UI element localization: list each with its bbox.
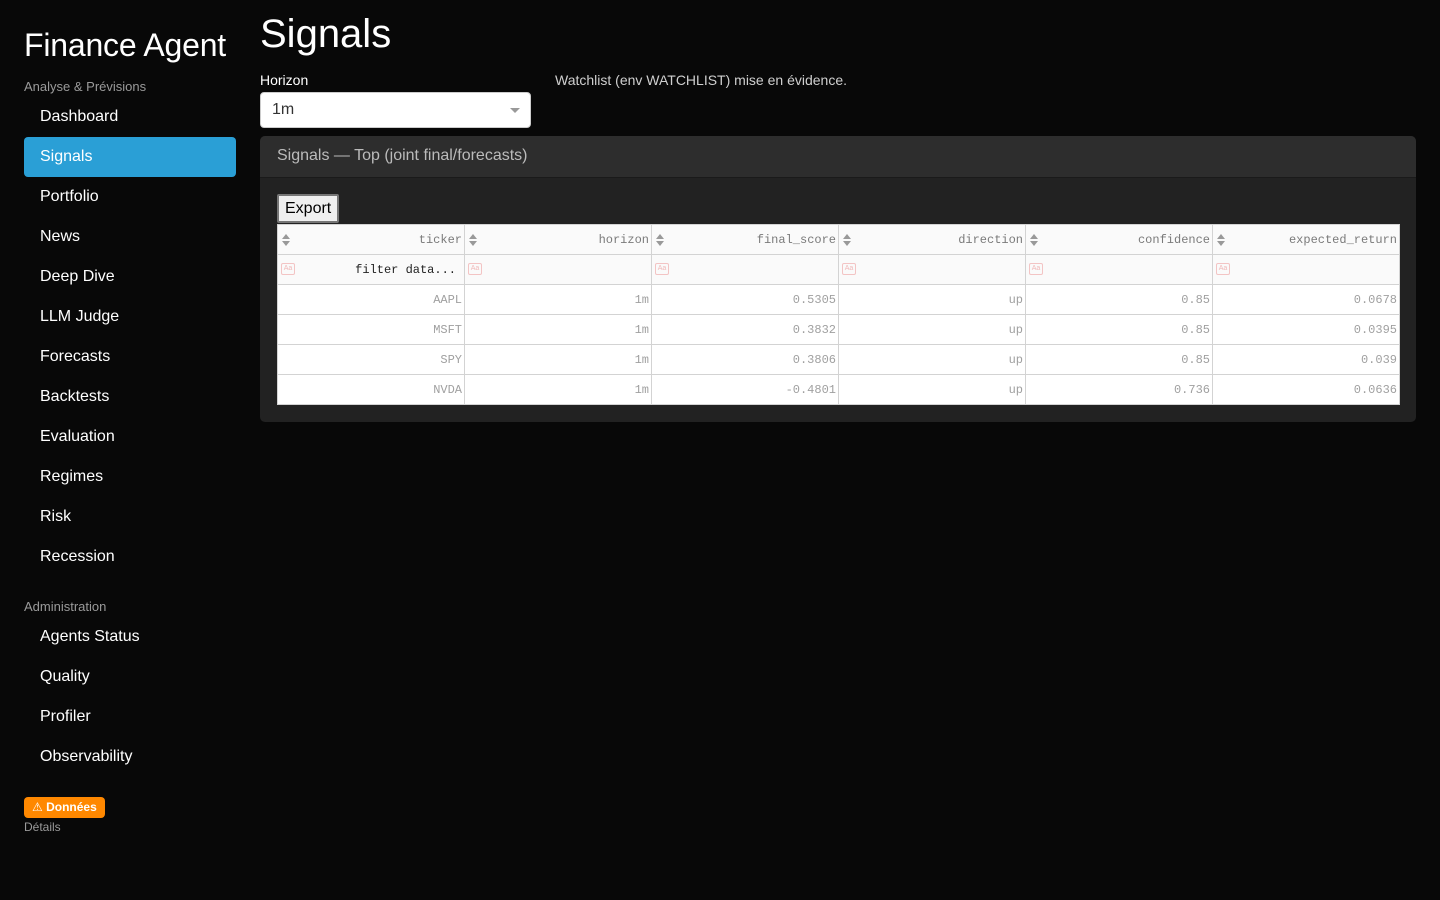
sidebar-item-profiler[interactable]: Profiler: [24, 697, 236, 737]
horizon-select-value: 1m: [272, 101, 295, 118]
sort-icon[interactable]: [843, 234, 851, 246]
details-link[interactable]: Détails: [24, 820, 61, 834]
table-cell-horizon[interactable]: 1m: [464, 284, 652, 315]
table-cell-horizon[interactable]: 1m: [464, 374, 652, 405]
filter-input[interactable]: filter data...: [355, 263, 462, 277]
sidebar-item-regimes[interactable]: Regimes: [24, 457, 236, 497]
sort-icon[interactable]: [656, 234, 664, 246]
sort-icon[interactable]: [1030, 234, 1038, 246]
case-sensitive-icon[interactable]: Aa: [655, 263, 669, 275]
column-header-direction[interactable]: direction: [838, 224, 1026, 255]
table-row[interactable]: MSFT 1m 0.3832 up 0.85 0.0395: [277, 314, 1400, 345]
table-cell-expected-return[interactable]: 0.0678: [1212, 284, 1400, 315]
table-cell-direction[interactable]: up: [838, 284, 1026, 315]
filter-cell-final-score[interactable]: Aa: [651, 254, 839, 285]
column-header-ticker[interactable]: ticker: [277, 224, 465, 255]
filter-cell-expected-return[interactable]: Aa: [1212, 254, 1400, 285]
table-cell-confidence[interactable]: 0.85: [1025, 314, 1213, 345]
case-sensitive-icon[interactable]: Aa: [468, 263, 482, 275]
table-row[interactable]: AAPL 1m 0.5305 up 0.85 0.0678: [277, 284, 1400, 315]
table-cell-confidence[interactable]: 0.736: [1025, 374, 1213, 405]
watchlist-note: Watchlist (env WATCHLIST) mise en éviden…: [555, 72, 848, 88]
sidebar-item-agents-status[interactable]: Agents Status: [24, 617, 236, 657]
sidebar-item-llm-judge[interactable]: LLM Judge: [24, 297, 236, 337]
column-header-label: ticker: [418, 232, 462, 247]
export-button[interactable]: Export: [277, 194, 340, 223]
card-title: Signals — Top (joint final/forecasts): [277, 147, 528, 164]
column-header-label: confidence: [1137, 232, 1210, 247]
filter-cell-confidence[interactable]: Aa: [1025, 254, 1213, 285]
sidebar-item-backtests[interactable]: Backtests: [24, 377, 236, 417]
column-header-label: expected_return: [1288, 232, 1397, 247]
table-cell-expected-return[interactable]: 0.0395: [1212, 314, 1400, 345]
column-header-expected-return[interactable]: expected_return: [1212, 224, 1400, 255]
data-warning-badge[interactable]: ⚠ Données: [24, 797, 105, 818]
table-cell-direction[interactable]: up: [838, 314, 1026, 345]
sidebar-item-news[interactable]: News: [24, 217, 236, 257]
table-cell-confidence[interactable]: 0.85: [1025, 344, 1213, 375]
filter-cell-ticker[interactable]: Aa filter data...: [277, 254, 465, 285]
sidebar: Finance Agent Analyse & Prévisions Dashb…: [0, 0, 248, 900]
sort-icon[interactable]: [282, 234, 290, 246]
table-cell-final-score[interactable]: -0.4801: [651, 374, 839, 405]
section-label-analyse: Analyse & Prévisions: [24, 79, 147, 94]
sidebar-item-deep-dive[interactable]: Deep Dive: [24, 257, 236, 297]
page-title: Signals: [260, 12, 392, 56]
column-header-confidence[interactable]: confidence: [1025, 224, 1213, 255]
case-sensitive-icon[interactable]: Aa: [1029, 263, 1043, 275]
case-sensitive-icon[interactable]: Aa: [842, 263, 856, 275]
sidebar-item-signals[interactable]: Signals: [24, 137, 236, 177]
table-cell-direction[interactable]: up: [838, 344, 1026, 375]
table-cell-direction[interactable]: up: [838, 374, 1026, 405]
table-cell-confidence[interactable]: 0.85: [1025, 284, 1213, 315]
signals-table: ticker horizon final_score direction confide…: [277, 224, 1400, 405]
column-header-label: horizon: [598, 232, 649, 247]
app-root: Finance Agent Analyse & Prévisions Dashb…: [0, 0, 1440, 900]
column-header-final-score[interactable]: final_score: [651, 224, 839, 255]
table-cell-horizon[interactable]: 1m: [464, 314, 652, 345]
card-header: Signals — Top (joint final/forecasts): [260, 136, 1416, 178]
sidebar-item-dashboard[interactable]: Dashboard: [24, 97, 236, 137]
table-body: AAPL 1m 0.5305 up 0.85 0.0678 MSFT 1m 0.3832 up 0.…: [277, 284, 1400, 405]
brand-title: Finance Agent: [24, 27, 226, 63]
table-cell-ticker[interactable]: NVDA: [277, 374, 465, 405]
sidebar-item-portfolio[interactable]: Portfolio: [24, 177, 236, 217]
chevron-down-icon[interactable]: [510, 108, 520, 113]
column-header-label: final_score: [756, 232, 836, 247]
sort-icon[interactable]: [469, 234, 477, 246]
table-row[interactable]: SPY 1m 0.3806 up 0.85 0.039: [277, 344, 1400, 375]
column-header-label: direction: [958, 232, 1023, 247]
table-cell-final-score[interactable]: 0.5305: [651, 284, 839, 315]
signals-card: Signals — Top (joint final/forecasts) Ex…: [260, 136, 1416, 422]
table-cell-ticker[interactable]: AAPL: [277, 284, 465, 315]
horizon-label: Horizon: [260, 72, 309, 88]
column-header-horizon[interactable]: horizon: [464, 224, 652, 255]
table-cell-ticker[interactable]: MSFT: [277, 314, 465, 345]
table-filter-row: Aa filter data... Aa Aa Aa Aa Aa: [277, 254, 1400, 285]
sidebar-item-recession[interactable]: Recession: [24, 537, 236, 577]
sort-icon[interactable]: [1217, 234, 1225, 246]
filter-cell-horizon[interactable]: Aa: [464, 254, 652, 285]
table-cell-horizon[interactable]: 1m: [464, 344, 652, 375]
horizon-select[interactable]: 1m: [260, 92, 531, 128]
sidebar-item-quality[interactable]: Quality: [24, 657, 236, 697]
table-cell-ticker[interactable]: SPY: [277, 344, 465, 375]
case-sensitive-icon[interactable]: Aa: [1216, 263, 1230, 275]
table-header-row: ticker horizon final_score direction confide…: [277, 224, 1400, 255]
table-row[interactable]: NVDA 1m -0.4801 up 0.736 0.0636: [277, 374, 1400, 405]
sidebar-item-observability[interactable]: Observability: [24, 737, 236, 777]
sidebar-item-forecasts[interactable]: Forecasts: [24, 337, 236, 377]
table-cell-final-score[interactable]: 0.3832: [651, 314, 839, 345]
table-cell-final-score[interactable]: 0.3806: [651, 344, 839, 375]
filter-cell-direction[interactable]: Aa: [838, 254, 1026, 285]
case-sensitive-icon[interactable]: Aa: [281, 263, 295, 275]
table-cell-expected-return[interactable]: 0.0636: [1212, 374, 1400, 405]
sidebar-item-risk[interactable]: Risk: [24, 497, 236, 537]
section-label-administration: Administration: [24, 599, 107, 614]
table-cell-expected-return[interactable]: 0.039: [1212, 344, 1400, 375]
sidebar-item-evaluation[interactable]: Evaluation: [24, 417, 236, 457]
